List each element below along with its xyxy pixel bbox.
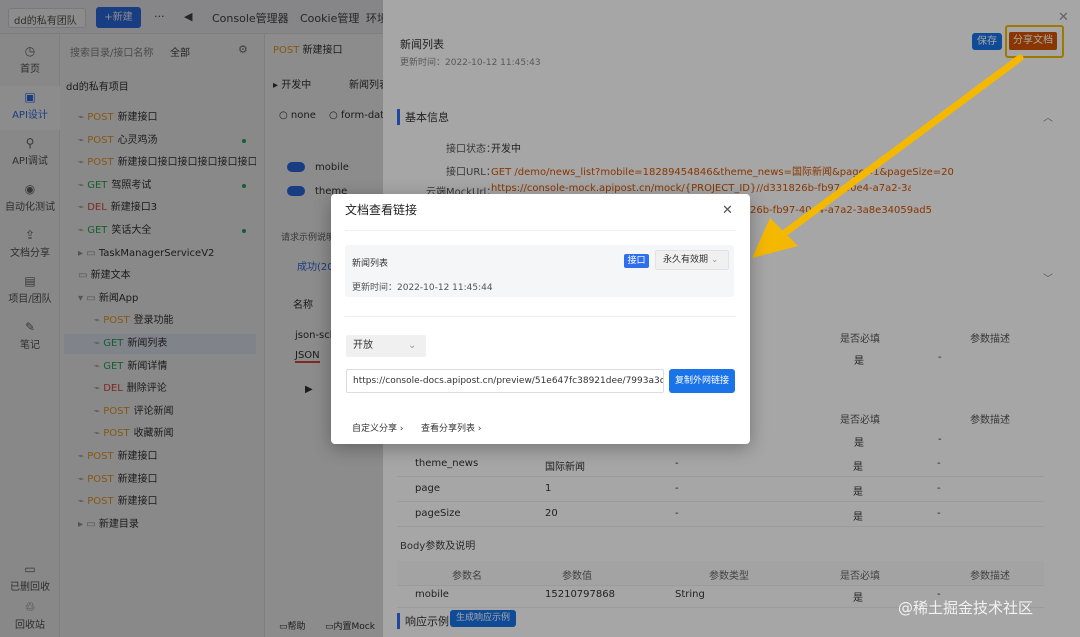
doc-type-tag: 接口: [624, 254, 649, 268]
custom-share-link[interactable]: 自定义分享 ›: [352, 421, 404, 434]
label: 自定义分享: [352, 424, 398, 434]
chevron-down-icon: ⌄: [408, 340, 417, 351]
share-link-input[interactable]: https://console-docs.apipost.cn/preview/…: [346, 369, 664, 393]
doc-card-updated: 更新时间：2022-10-12 11:45:44: [352, 283, 493, 293]
share-link-modal: [331, 194, 750, 444]
watermark: @稀土掘金技术社区: [898, 599, 1034, 617]
mask-left[interactable]: [0, 0, 383, 637]
doc-card-name: 新闻列表: [352, 259, 389, 269]
chevron-right-icon: ›: [477, 424, 482, 434]
chevron-down-icon: ⌄: [710, 255, 719, 265]
modal-title: 文档查看链接: [345, 203, 418, 217]
validity-select[interactable]: 永久有效期 ⌄: [655, 250, 729, 270]
modal-divider: [345, 230, 736, 231]
validity-label: 永久有效期: [663, 255, 709, 265]
chevron-right-icon: ›: [399, 424, 404, 434]
access-select[interactable]: 开放 ⌄: [346, 335, 426, 357]
arrow-shaft: [778, 54, 1024, 239]
annotation-arrow: [752, 54, 1024, 258]
label: 查看分享列表: [421, 424, 476, 434]
copy-link-button[interactable]: 复制外网链接: [669, 369, 735, 393]
modal-divider-2: [345, 316, 736, 317]
access-label: 开放: [353, 340, 373, 351]
view-share-list-link[interactable]: 查看分享列表 ›: [421, 421, 482, 434]
modal-close-icon[interactable]: ✕: [722, 203, 733, 218]
